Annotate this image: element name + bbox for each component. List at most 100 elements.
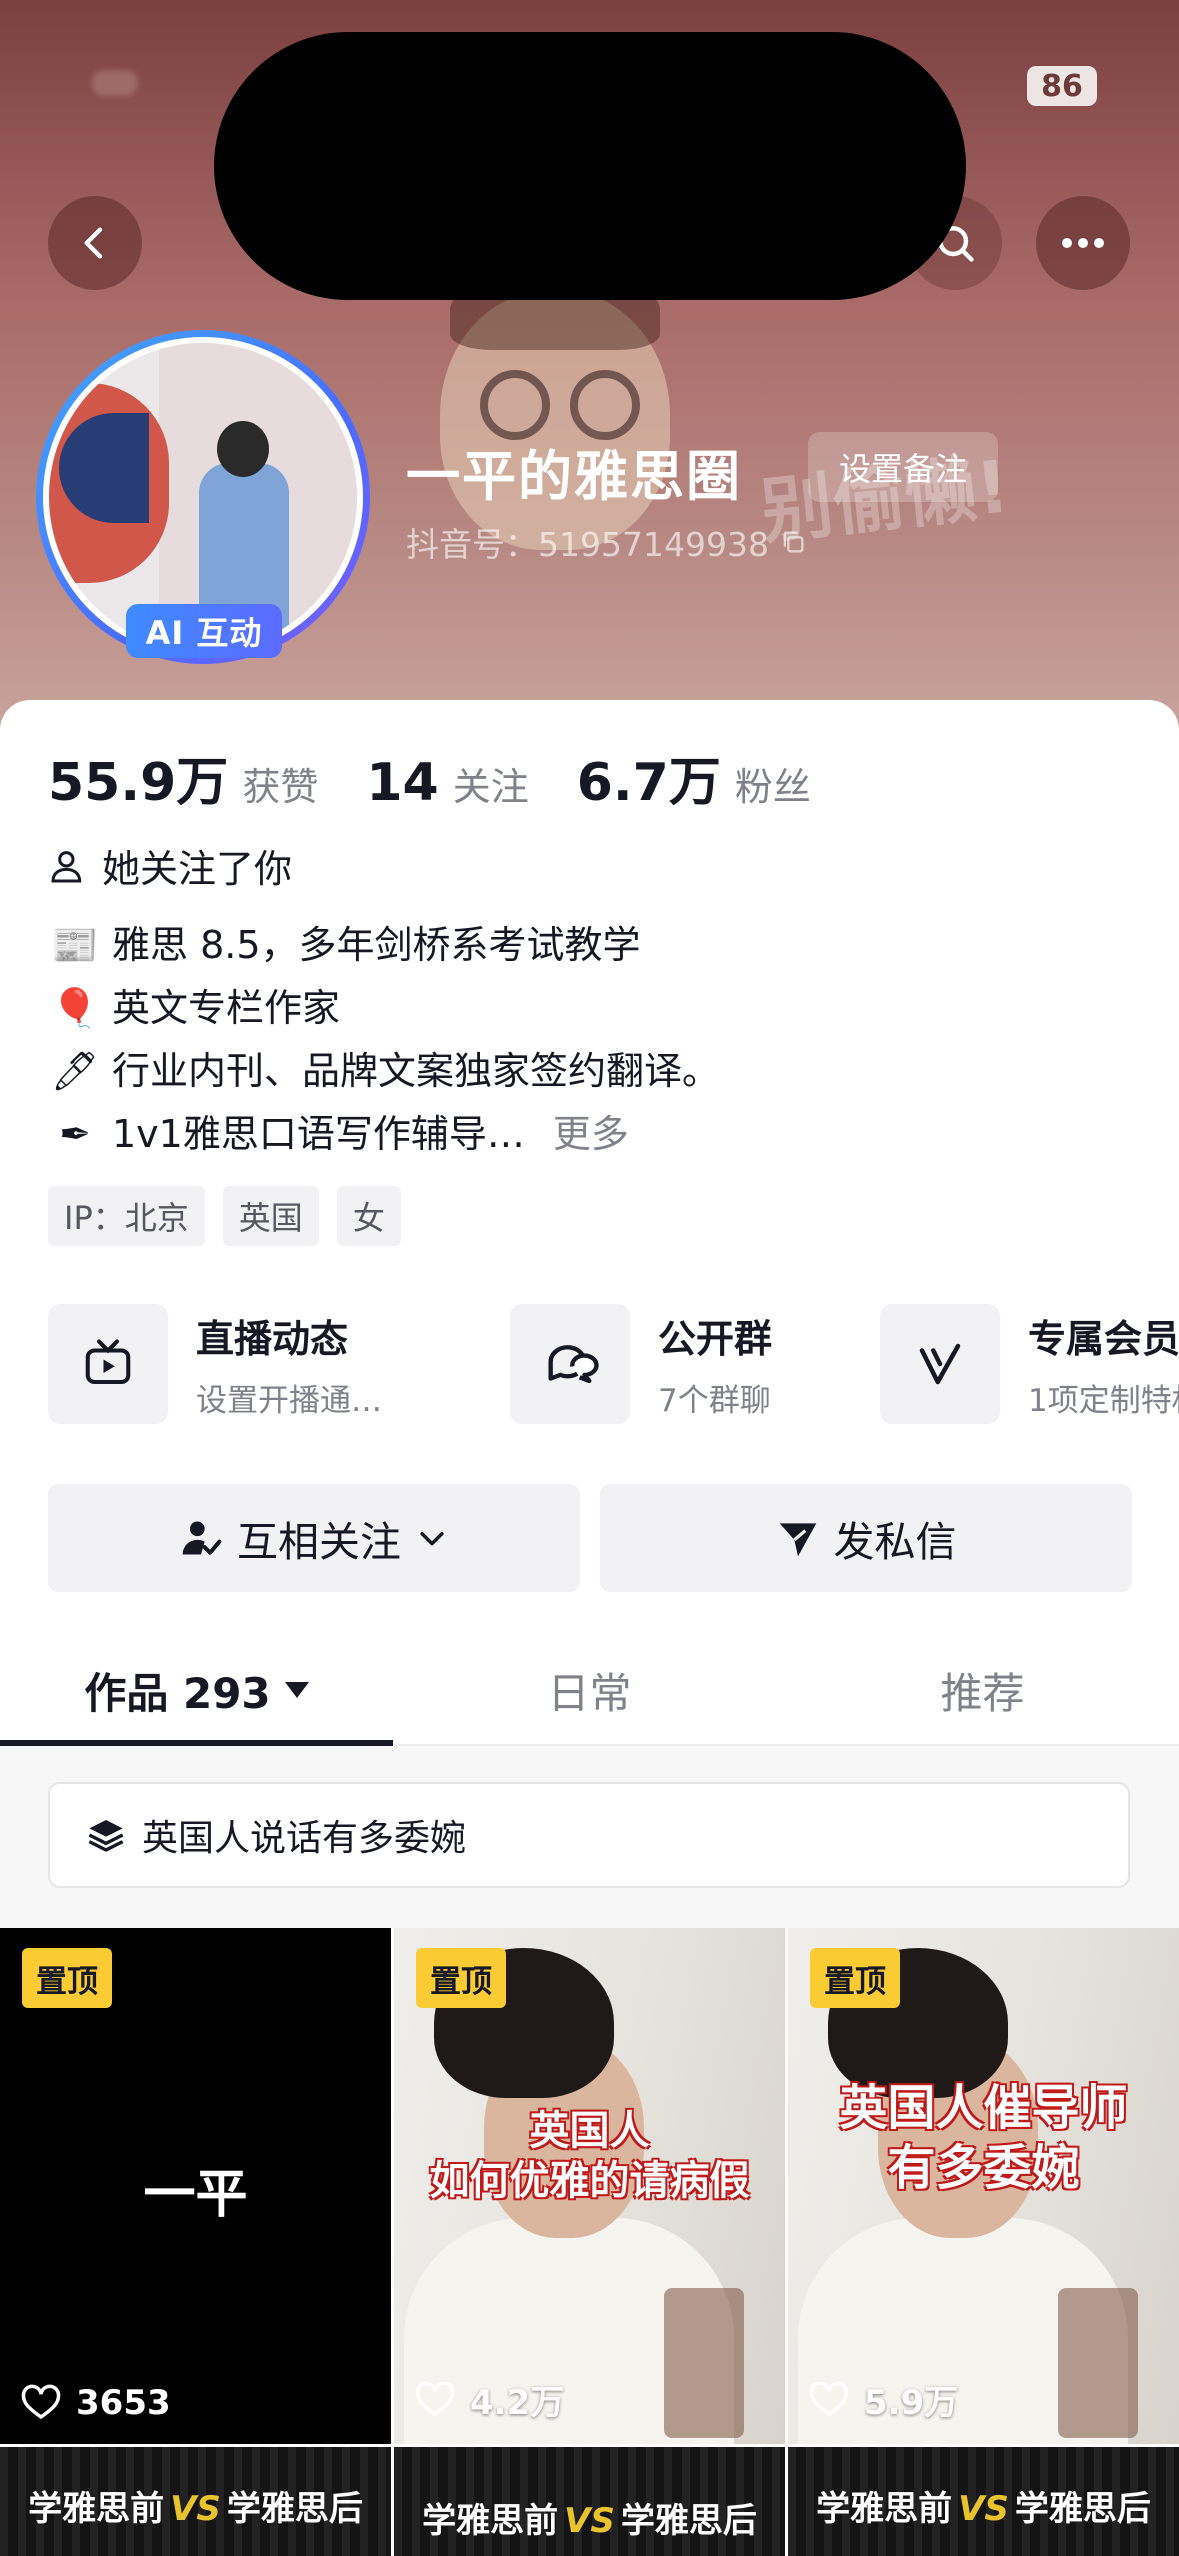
- set-remark-button[interactable]: 设置备注: [808, 432, 998, 502]
- bio-text: 1v1雅思口语写作辅导…: [112, 1112, 525, 1156]
- like-count: 5.9万: [808, 2375, 958, 2424]
- video-title: 英国人催导师 有多委婉: [839, 2080, 1128, 2196]
- tab-recommended[interactable]: 推荐: [786, 1636, 1179, 1744]
- balloon-icon: 🎈: [51, 986, 99, 1030]
- stat-label: 关注: [452, 765, 529, 809]
- feature-subtitle: 设置开播通…: [196, 1383, 382, 1419]
- video-tile[interactable]: 置顶 一平 3653: [0, 1928, 391, 2444]
- chevron-left-icon: [84, 227, 103, 259]
- bio-line: 🖊 行业内刊、品牌文案独家签约翻译。: [48, 1040, 720, 1103]
- video-grid-row-2: 学雅思前 VS 学雅思后 学雅思前 VS 学雅思后 学雅思前 VS 学雅思后: [0, 2447, 1179, 2556]
- video-title: 学雅思前 VS 学雅思后: [28, 2489, 363, 2529]
- collection-chip[interactable]: 英国人说话有多委婉: [48, 1782, 1130, 1888]
- tab-works[interactable]: 作品 293: [0, 1636, 393, 1746]
- video-title: 学雅思前 VS 学雅思后: [422, 2501, 757, 2541]
- bio[interactable]: 📰 雅思 8.5，多年剑桥系考试教学 🎈 英文专栏作家 🖊 行业内刊、品牌文案独…: [48, 914, 720, 1166]
- pinned-badge: 置顶: [810, 1948, 900, 2008]
- stat-following[interactable]: 14 关注: [366, 753, 528, 813]
- membership-icon: [919, 1343, 961, 1385]
- stat-followers[interactable]: 6.7万 粉丝: [577, 740, 811, 815]
- video-tile[interactable]: 学雅思前 VS 学雅思后: [394, 2447, 785, 2556]
- newspaper-icon: 📰: [51, 923, 99, 967]
- feature-title: 直播动态: [196, 1317, 349, 1361]
- tag-ip: IP：北京: [48, 1186, 205, 1246]
- bio-text: 雅思 8.5，多年剑桥系考试教学: [112, 923, 641, 967]
- more-options-button[interactable]: [1036, 196, 1130, 290]
- mutual-follow-button[interactable]: 互相关注: [48, 1484, 580, 1592]
- chat-group-icon: [548, 1345, 599, 1384]
- tag-location: 英国: [222, 1186, 319, 1246]
- bio-line: 🎈 英文专栏作家: [48, 977, 720, 1040]
- collection-title: 英国人说话有多委婉: [142, 1818, 467, 1859]
- back-button[interactable]: [48, 196, 142, 290]
- heart-icon: [21, 2384, 61, 2420]
- pinned-badge: 置顶: [22, 1948, 112, 2008]
- feature-title: 公开群: [658, 1317, 773, 1361]
- user-icon: [51, 850, 82, 882]
- heart-icon: [809, 2381, 849, 2416]
- bio-more-link[interactable]: 更多: [553, 1103, 629, 1166]
- like-count-text: 5.9万: [864, 2383, 959, 2423]
- feature-entries: 直播动态 设置开播通… 公开群 7个群聊 专属会员 1项定制特权: [48, 1304, 1179, 1426]
- caret-down-icon: [284, 1682, 309, 1698]
- more-dots-icon: [1062, 238, 1104, 248]
- video-tile[interactable]: 学雅思前 VS 学雅思后: [0, 2447, 391, 2556]
- tag-gender: 女: [336, 1186, 401, 1246]
- stat-likes[interactable]: 55.9万 获赞: [48, 740, 318, 815]
- video-grid: 置顶 一平 3653 置顶 英国人 如何优雅的请病假 4.2万 置顶 英国人催导…: [0, 1928, 1179, 2444]
- follows-you-indicator: 她关注了你: [48, 838, 292, 893]
- video-title: 英国人 如何优雅的请病假: [429, 2108, 750, 2204]
- feature-subtitle: 7个群聊: [658, 1383, 771, 1419]
- video-title: 一平: [143, 2165, 248, 2225]
- tab-label: 作品 293: [84, 1668, 271, 1718]
- like-count-text: 4.2万: [470, 2383, 565, 2423]
- send-icon: [779, 1523, 816, 1557]
- feature-subtitle: 1项定制特权: [1028, 1383, 1179, 1419]
- video-tile[interactable]: 置顶 英国人 如何优雅的请病假 4.2万: [394, 1928, 785, 2444]
- stat-value: 55.9万: [48, 753, 229, 813]
- redacted-region: [214, 32, 966, 300]
- like-count-text: 3653: [76, 2383, 171, 2423]
- douyin-id[interactable]: 抖音号：51957149938: [406, 518, 807, 566]
- profile-name: 一平的雅思圈: [406, 445, 742, 508]
- battery-indicator: 86: [1027, 66, 1097, 106]
- bio-text: 行业内刊、品牌文案独家签约翻译。: [112, 1049, 721, 1093]
- copy-icon: [783, 531, 804, 553]
- bio-text: 英文专栏作家: [112, 986, 341, 1030]
- send-message-button[interactable]: 发私信: [600, 1484, 1132, 1592]
- tab-label: 推荐: [940, 1668, 1025, 1718]
- douyin-id-text: 抖音号：51957149938: [406, 525, 769, 564]
- mutual-follow-label: 互相关注: [237, 1518, 401, 1566]
- pen-icon: 🖊: [50, 1049, 100, 1093]
- fountain-pen-icon: ✒: [59, 1112, 91, 1156]
- stat-value: 14: [366, 753, 439, 813]
- like-count: 3653: [20, 2382, 171, 2424]
- profile-actions: 互相关注 发私信: [48, 1484, 1132, 1592]
- follows-you-text: 她关注了你: [102, 847, 293, 891]
- ai-interaction-badge[interactable]: AI 互动: [126, 604, 282, 658]
- heart-icon: [415, 2381, 455, 2416]
- video-title: 学雅思前 VS 学雅思后: [816, 2489, 1151, 2529]
- video-tile[interactable]: 学雅思前 VS 学雅思后: [788, 2447, 1179, 2556]
- status-time: [92, 70, 138, 96]
- tab-label: 日常: [547, 1668, 632, 1718]
- stat-value: 6.7万: [576, 753, 721, 813]
- layers-icon: [88, 1820, 124, 1852]
- bio-line: ✒ 1v1雅思口语写作辅导… 更多: [48, 1103, 720, 1166]
- stat-label: 获赞: [242, 765, 319, 809]
- send-message-label: 发私信: [833, 1518, 957, 1566]
- like-count: 4.2万: [414, 2375, 564, 2424]
- profile-tags: IP：北京 英国 女: [48, 1186, 401, 1246]
- pinned-badge: 置顶: [416, 1948, 506, 2008]
- video-tile[interactable]: 置顶 英国人催导师 有多委婉 5.9万: [788, 1928, 1179, 2444]
- tv-icon: [85, 1339, 131, 1385]
- feature-title: 专属会员: [1028, 1317, 1179, 1361]
- bio-line: 📰 雅思 8.5，多年剑桥系考试教学: [48, 914, 720, 977]
- feature-membership[interactable]: 专属会员 1项定制特权: [880, 1304, 1179, 1424]
- feature-live-updates[interactable]: 直播动态 设置开播通…: [48, 1304, 382, 1424]
- tab-daily[interactable]: 日常: [393, 1636, 786, 1744]
- profile-stats: 55.9万 获赞 14 关注 6.7万 粉丝: [48, 740, 859, 815]
- chevron-down-icon: [420, 1532, 444, 1546]
- feature-public-group[interactable]: 公开群 7个群聊: [510, 1304, 772, 1424]
- user-check-icon: [182, 1521, 222, 1555]
